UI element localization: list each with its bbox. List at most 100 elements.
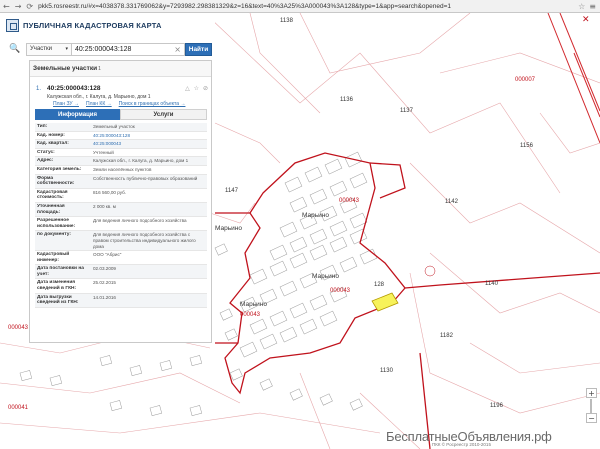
search-button[interactable]: Найти: [185, 42, 212, 56]
info-row: Кадастровая стоимость: 816 560,00 руб.: [35, 189, 207, 203]
info-row: Категория земель: Земли населённых пункто…: [35, 166, 207, 175]
map-label-parcel: 1196: [490, 403, 503, 409]
map-label-parcel: 1140: [485, 281, 498, 287]
info-row-key: Дата постановки на учет:: [37, 266, 84, 277]
info-row-value: 02.03.2009: [93, 266, 116, 272]
tab-information[interactable]: Информация: [35, 109, 120, 120]
info-row-key: Статус:: [37, 149, 55, 155]
link-search-in-bounds[interactable]: Поиск в границах объекта →: [119, 101, 186, 107]
copyright: ПКК © Росреестр 2010-2015: [432, 442, 491, 447]
reload-icon[interactable]: ⟳: [26, 2, 33, 11]
info-row-value: 14.01.2016: [93, 294, 116, 300]
info-row-key: Разрешенное использование:: [37, 218, 76, 229]
section-label: Земельные участки: [33, 65, 98, 72]
info-row-key: Форма собственности:: [37, 175, 75, 187]
browser-menu-icon[interactable]: ≡: [589, 2, 596, 11]
zoom-slider[interactable]: [590, 399, 592, 413]
browser-address-bar: ← → ⟳ pkk5.rosreestr.ru/#x=4038378.33176…: [0, 0, 600, 13]
map-label-quarter: 000043: [339, 198, 360, 204]
info-row: Адрес: Калужская обл., г. Калуга, д. Марь…: [35, 157, 207, 166]
link-plan-kk[interactable]: План КК →: [86, 101, 112, 107]
link-plan-zu[interactable]: План ЗУ →: [53, 101, 79, 107]
info-row-value: Учтенный: [93, 149, 114, 155]
search-input[interactable]: 40:25:000043:128 ×: [72, 42, 185, 56]
map-label-parcel: 1142: [445, 199, 458, 205]
forward-arrow-icon[interactable]: →: [15, 2, 22, 11]
search-icon[interactable]: 🔍: [8, 42, 22, 56]
clear-icon[interactable]: ×: [174, 45, 181, 54]
info-row: Разрешенное использование: Для ведения ли…: [35, 217, 207, 232]
bookmark-star-icon[interactable]: ☆: [578, 2, 585, 11]
info-row-key: Кадастровая стоимость:: [37, 189, 68, 201]
info-row-value: Собственность публично-правовых образова…: [93, 175, 198, 181]
info-row: Кад. номер: 40:25:000043:128: [35, 132, 207, 141]
info-row: Кад. квартал: 40:25:000043: [35, 140, 207, 149]
map-label-parcel: 1156: [520, 143, 533, 149]
selected-parcel: [371, 292, 399, 312]
map-label-parcel: 1138: [280, 18, 293, 24]
info-row-value[interactable]: 40:25:000043:128: [91, 132, 207, 140]
map-label-parcel: 128: [374, 282, 385, 288]
info-row-value: Земельный участок: [93, 124, 135, 129]
map-label-village: Марьино: [312, 273, 339, 280]
search-type-select[interactable]: Участки ▾: [26, 42, 72, 56]
back-arrow-icon[interactable]: ←: [3, 2, 10, 11]
search-type-label: Участки: [30, 46, 52, 52]
map-label-village: Марьино: [240, 301, 267, 308]
info-row: Дата изменения сведений в ГКН: 25.02.2015: [35, 279, 207, 294]
info-row-key: Категория земель:: [37, 166, 82, 172]
tab-services[interactable]: Услуги: [120, 109, 207, 120]
url-field[interactable]: pkk5.rosreestr.ru/#x=4038378.331769062&y…: [38, 3, 574, 10]
info-row-value: Калужская обл., г. Калуга, д. Марьино, д…: [93, 158, 189, 164]
map-label-parcel: 1136: [340, 97, 353, 103]
info-row-key: Тип:: [37, 124, 48, 129]
info-row-value: 25.02.2015: [93, 280, 116, 286]
app-header: ПУБЛИЧНАЯ КАДАСТРОВАЯ КАРТА: [0, 13, 215, 37]
minus-icon[interactable]: −: [586, 413, 597, 423]
info-row-key: Кад. квартал:: [37, 141, 69, 147]
building-icon: [6, 18, 19, 32]
section-count: 1: [98, 65, 101, 72]
info-row-value: ООО "Абрис": [93, 252, 122, 258]
info-row-value: Для ведения личного подсобного хозяйства…: [93, 232, 196, 249]
info-row-key: Кад. номер:: [37, 132, 65, 138]
map-label-quarter: 000043: [240, 312, 261, 318]
info-table: Тип: Земельный участок Кад. номер: 40:25:00…: [35, 123, 207, 308]
info-row-key: по документу:: [37, 232, 71, 238]
info-row-key: Дата выгрузки сведений из ГКН:: [37, 294, 79, 306]
map-label-parcel: 1137: [400, 108, 413, 114]
info-row-key: Уточненная площадь:: [37, 203, 65, 215]
close-icon[interactable]: ✕: [582, 15, 590, 25]
result-address: Калужская обл., г. Калуга, д. Марьино, д…: [47, 94, 151, 100]
result-index: 1.: [36, 86, 42, 92]
plus-icon[interactable]: +: [586, 388, 597, 398]
map-label-village: Марьино: [302, 212, 329, 219]
chevron-down-icon: ▾: [65, 46, 68, 52]
info-row: Дата выгрузки сведений из ГКН: 14.01.2016: [35, 293, 207, 308]
result-cadastral-number: 40:25:000043:128: [47, 85, 101, 92]
info-row: Кадастровый инженер: ООО "Абрис": [35, 251, 207, 266]
info-row-value: 2 000 кв. м: [93, 203, 116, 209]
map-label-quarter: 000041: [8, 405, 29, 411]
info-row-key: Дата изменения сведений в ГКН:: [37, 280, 77, 292]
panel-tabs: Информация Услуги: [35, 109, 207, 120]
info-row-key: Адрес:: [37, 158, 54, 164]
info-row-value: 816 560,00 руб.: [93, 189, 127, 195]
selection-marker: [424, 265, 436, 277]
info-panel: Земельные участки 1 1. 40:25:000043:128 …: [29, 60, 212, 343]
map-label-quarter: 000043: [8, 325, 29, 331]
info-row: Уточненная площадь: 2 000 кв. м: [35, 202, 207, 218]
settlement-boundary: [215, 152, 600, 449]
map-label-quarter: 000007: [515, 77, 536, 83]
app-title: ПУБЛИЧНАЯ КАДАСТРОВАЯ КАРТА: [23, 20, 162, 30]
info-row: Дата постановки на учет: 02.03.2009: [35, 265, 207, 280]
map-label-village: Марьино: [215, 225, 242, 232]
info-row: Форма собственности: Собственность публич…: [35, 174, 207, 189]
info-row-value: Земли населённых пунктов: [93, 166, 152, 172]
section-header[interactable]: Земельные участки 1: [30, 61, 211, 77]
rail-lines: [547, 13, 600, 144]
info-row-value[interactable]: 40:25:000043: [91, 140, 207, 148]
info-row: Статус: Учтенный: [35, 149, 207, 158]
info-row: по документу: Для ведения личного подсобн…: [35, 231, 207, 252]
result-tools[interactable]: △ ☆ ⊘: [185, 85, 209, 92]
